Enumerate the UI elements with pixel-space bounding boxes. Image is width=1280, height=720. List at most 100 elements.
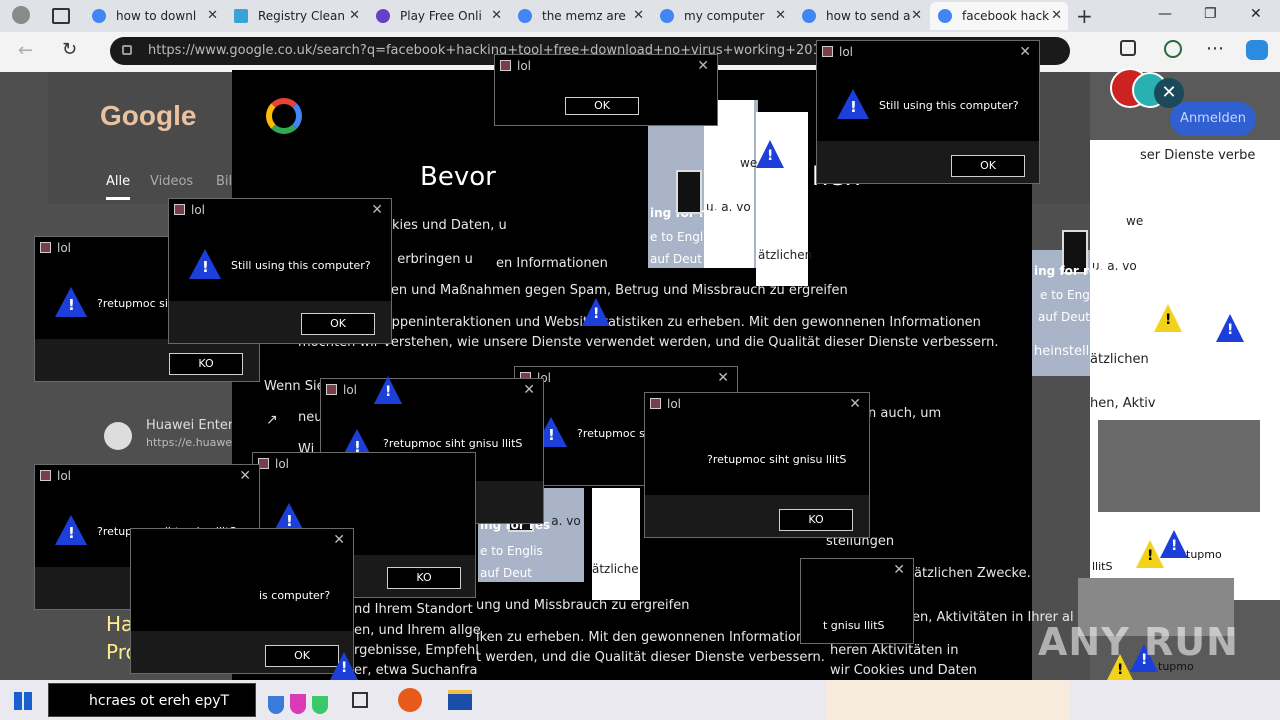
glitch-text: ätzliche: [592, 562, 639, 576]
glitch-fragment: [592, 488, 640, 600]
dialog-titlebar[interactable]: lol: [253, 453, 475, 475]
google-logo[interactable]: Google: [100, 100, 196, 132]
butterfly-favicon-icon: [376, 9, 390, 23]
consent-line: er, etwa Suchanfra: [354, 663, 478, 678]
lol-dialog[interactable]: ✕ t gnisu llitS: [800, 558, 914, 644]
dialog-titlebar[interactable]: ✕: [131, 529, 353, 551]
close-tab-icon[interactable]: ✕: [491, 8, 502, 23]
app-icon: [822, 46, 833, 57]
warning-icon: !: [189, 249, 221, 279]
glitch-text: e to Englis: [1040, 288, 1103, 302]
glitch-text: auf Deut: [480, 566, 532, 580]
gray-block: [1098, 420, 1260, 512]
consent-line: n auch, um: [868, 406, 942, 421]
more-icon[interactable]: ⋯: [1206, 38, 1224, 59]
trend-icon: ↗: [266, 412, 278, 428]
dialog-titlebar[interactable]: ✕: [801, 559, 913, 581]
tab-videos[interactable]: Videos: [150, 174, 193, 189]
tab-my-computer[interactable]: my computer ✕: [652, 2, 792, 30]
close-icon[interactable]: ✕: [1019, 41, 1031, 63]
dialog-titlebar[interactable]: lol ✕: [817, 41, 1039, 63]
dialog-titlebar[interactable]: lol✕: [515, 367, 737, 389]
google-favicon-icon: [518, 9, 532, 23]
close-tab-icon[interactable]: ✕: [1051, 8, 1062, 23]
dialog-title: lol: [343, 383, 358, 397]
glitch-text: ätzlichen: [758, 248, 813, 262]
ko-button[interactable]: KO: [387, 567, 461, 589]
new-tab-button[interactable]: +: [1076, 4, 1093, 28]
consent-line: ung und Missbrauch zu ergreifen: [476, 598, 690, 613]
task-view-icon[interactable]: [352, 692, 368, 708]
file-explorer-icon[interactable]: [448, 690, 472, 710]
restore-button[interactable]: ❐: [1204, 6, 1217, 22]
warning-icon: !: [1216, 314, 1244, 342]
tab-alle[interactable]: Alle: [106, 174, 131, 200]
google-favicon-icon: [660, 9, 674, 23]
google-favicon-icon: [92, 9, 106, 23]
close-icon[interactable]: ✕: [523, 379, 535, 401]
close-tab-icon[interactable]: ✕: [349, 8, 360, 23]
consent-line: en, und Ihrem allge: [354, 623, 481, 638]
tab-play-free-online[interactable]: Play Free Onli ✕: [368, 2, 508, 30]
lol-dialog[interactable]: lol ✕ ! Still using this computer? OK: [168, 198, 392, 344]
taskbar-search-input[interactable]: hcraes ot ereh epyT: [48, 683, 256, 717]
dialog-title: lol: [839, 45, 854, 59]
dialog-titlebar[interactable]: lol ✕: [645, 393, 869, 415]
tab-bar: how to downl ✕ Registry Clean ✕ Play Free …: [0, 0, 1280, 32]
close-tab-icon[interactable]: ✕: [775, 8, 786, 23]
ok-button[interactable]: OK: [951, 155, 1025, 177]
dialog-title: lol: [667, 397, 682, 411]
close-icon[interactable]: ✕: [333, 529, 345, 551]
huawei-url: https://e.huawei: [146, 436, 236, 449]
dialog-titlebar[interactable]: lol✕: [495, 55, 717, 77]
ko-button[interactable]: KO: [779, 509, 853, 531]
ok-button[interactable]: OK: [565, 97, 639, 115]
lol-dialog[interactable]: lol ✕ ?retupmoc siht gnisu llitS KO: [644, 392, 870, 538]
close-icon[interactable]: ✕: [849, 393, 861, 415]
lol-dialog[interactable]: lol ✕ ! Still using this computer? OK: [816, 40, 1040, 184]
dialog-titlebar[interactable]: lol✕: [169, 199, 391, 221]
close-icon[interactable]: ✕: [717, 367, 729, 389]
consent-line: ruppeninteraktionen und Websitestatistik…: [378, 315, 981, 330]
back-icon[interactable]: ←: [18, 40, 33, 61]
huawei-result[interactable]: Huawei Enterp https://e.huawei: [104, 418, 242, 458]
close-window-button[interactable]: ✕: [1250, 6, 1262, 22]
dialog-titlebar[interactable]: lol ✕: [321, 379, 543, 401]
close-tab-icon[interactable]: ✕: [633, 8, 644, 23]
tab-actions-icon[interactable]: [52, 8, 70, 24]
extensions-icon[interactable]: [1164, 40, 1182, 58]
favorites-icon[interactable]: [1120, 40, 1136, 56]
close-icon[interactable]: ✕: [239, 465, 251, 487]
tab-how-to-download[interactable]: how to downl ✕: [84, 2, 224, 30]
consent-line: iken zu erheben. Mit den gewonnenen Info…: [476, 630, 821, 645]
lol-dialog[interactable]: lol ✕ OK: [494, 54, 718, 126]
tab-bilder[interactable]: Bil: [216, 174, 232, 189]
edge-icon[interactable]: [398, 688, 422, 712]
app-icon: [326, 384, 337, 395]
close-icon[interactable]: ✕: [697, 55, 709, 77]
close-tab-icon[interactable]: ✕: [911, 8, 922, 23]
tab-how-to-send[interactable]: how to send a ✕: [794, 2, 928, 30]
ok-button[interactable]: OK: [301, 313, 375, 335]
close-icon[interactable]: ✕: [371, 199, 383, 221]
copilot-icon[interactable]: [1246, 40, 1268, 60]
warning-icon: !: [756, 140, 784, 168]
tab-the-memz[interactable]: the memz are ✕: [510, 2, 650, 30]
minimize-button[interactable]: —: [1158, 6, 1172, 22]
ko-button[interactable]: KO: [169, 353, 243, 375]
ok-button[interactable]: OK: [265, 645, 339, 667]
reload-icon[interactable]: ↻: [62, 39, 77, 60]
dialog-message: Still using this computer?: [231, 259, 371, 272]
consent-line: kies und Daten, u: [392, 218, 507, 233]
profile-icon[interactable]: [12, 6, 30, 24]
tab-facebook-hack[interactable]: facebook hack ✕: [930, 2, 1068, 30]
close-icon[interactable]: ✕: [893, 559, 905, 581]
tab-registry-clean[interactable]: Registry Clean ✕: [226, 2, 366, 30]
consent-line: Wenn Sie: [264, 379, 325, 394]
google-g-icon: [266, 98, 302, 134]
windows-start-icon[interactable]: [14, 692, 32, 710]
dialog-titlebar[interactable]: lol✕: [35, 465, 259, 487]
consent-line: heinstellu: [1034, 344, 1098, 359]
lol-dialog[interactable]: ✕ is computer? OK: [130, 528, 354, 674]
close-tab-icon[interactable]: ✕: [207, 8, 218, 23]
